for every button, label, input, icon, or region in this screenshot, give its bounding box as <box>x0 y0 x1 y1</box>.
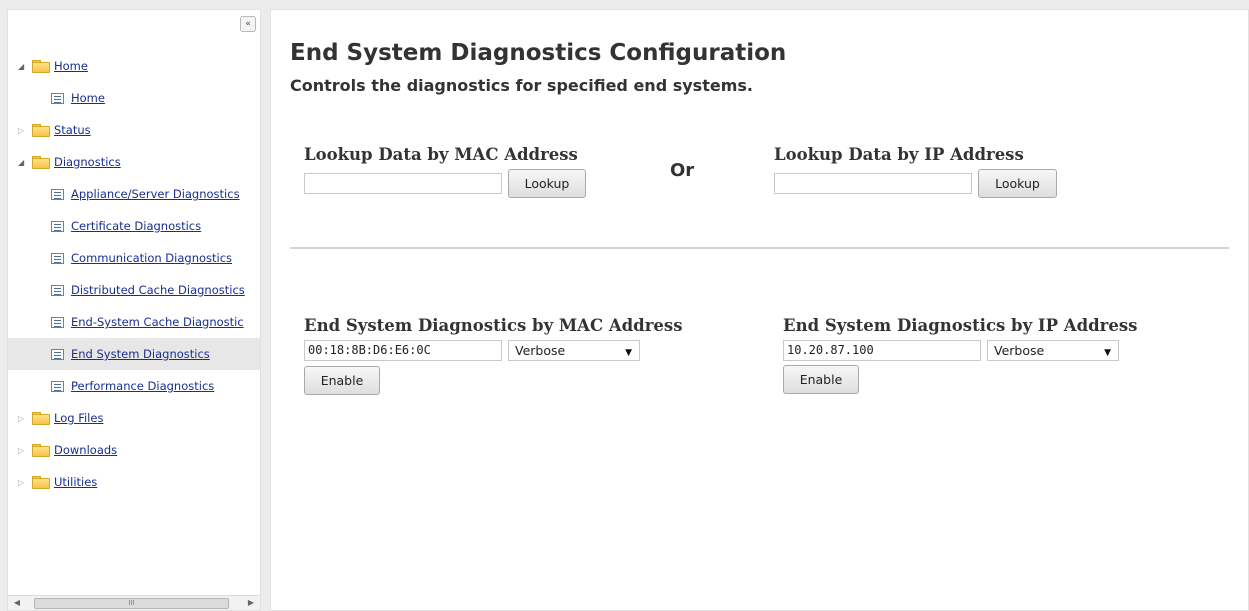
page-icon <box>51 380 64 392</box>
scrollbar-thumb[interactable]: III <box>34 598 229 609</box>
folder-icon <box>32 124 50 137</box>
navigation-tree: ◢ Home Home ▷ Status ◢ Diagnostics Appli… <box>8 50 260 498</box>
diagnostics-mac-level-select[interactable]: Verbose ▼ <box>508 340 640 361</box>
tree-link-home[interactable]: Home <box>71 91 105 105</box>
tree-item-performance-diagnostics[interactable]: Performance Diagnostics <box>8 370 260 402</box>
tree-link-downloads[interactable]: Downloads <box>54 443 117 457</box>
lookup-mac-input[interactable] <box>304 173 502 194</box>
page-icon <box>51 252 64 264</box>
collapsed-triangle-icon[interactable]: ▷ <box>18 478 29 487</box>
or-label: Or <box>670 160 695 181</box>
tree-link-distributed-cache-diagnostics[interactable]: Distributed Cache Diagnostics <box>71 283 245 297</box>
page-icon <box>51 220 64 232</box>
scroll-left-arrow-icon[interactable]: ◀ <box>10 597 24 609</box>
tree-item-appliance-server-diagnostics[interactable]: Appliance/Server Diagnostics <box>8 178 260 210</box>
enable-mac-diagnostics-button[interactable]: Enable <box>304 366 380 395</box>
tree-link-log-files[interactable]: Log Files <box>54 411 103 425</box>
diagnostics-ip-level-select[interactable]: Verbose ▼ <box>987 340 1119 361</box>
tree-link-home-folder[interactable]: Home <box>54 59 88 73</box>
tree-link-appliance-server-diagnostics[interactable]: Appliance/Server Diagnostics <box>71 187 240 201</box>
tree-item-distributed-cache-diagnostics[interactable]: Distributed Cache Diagnostics <box>8 274 260 306</box>
tree-link-utilities[interactable]: Utilities <box>54 475 97 489</box>
expanded-triangle-icon[interactable]: ◢ <box>18 62 29 71</box>
diagnostics-ip-level-value: Verbose <box>994 343 1045 358</box>
dropdown-arrow-icon: ▼ <box>1104 348 1111 358</box>
main-content: End System Diagnostics Configuration Con… <box>270 9 1249 611</box>
navigation-sidebar: « ◢ Home Home ▷ Status ◢ Diagnostics App… <box>7 9 261 611</box>
tree-link-communication-diagnostics[interactable]: Communication Diagnostics <box>71 251 232 265</box>
page-icon <box>51 316 64 328</box>
folder-icon <box>32 156 50 169</box>
expanded-triangle-icon[interactable]: ◢ <box>18 158 29 167</box>
folder-icon <box>32 60 50 73</box>
dropdown-arrow-icon: ▼ <box>625 348 632 358</box>
lookup-mac-label: Lookup Data by MAC Address <box>304 145 578 164</box>
tree-folder-downloads[interactable]: ▷ Downloads <box>8 434 260 466</box>
diagnostics-mac-input[interactable]: 00:18:8B:D6:E6:0C <box>304 340 502 361</box>
tree-item-certificate-diagnostics[interactable]: Certificate Diagnostics <box>8 210 260 242</box>
folder-icon <box>32 444 50 457</box>
collapsed-triangle-icon[interactable]: ▷ <box>18 126 29 135</box>
tree-folder-utilities[interactable]: ▷ Utilities <box>8 466 260 498</box>
tree-item-home[interactable]: Home <box>8 82 260 114</box>
page-icon <box>51 92 64 104</box>
tree-link-end-system-cache-diagnostic[interactable]: End-System Cache Diagnostic <box>71 315 244 329</box>
collapsed-triangle-icon[interactable]: ▷ <box>18 446 29 455</box>
tree-link-certificate-diagnostics[interactable]: Certificate Diagnostics <box>71 219 201 233</box>
page-subtitle: Controls the diagnostics for specified e… <box>290 76 753 95</box>
diagnostics-ip-label: End System Diagnostics by IP Address <box>783 316 1138 335</box>
tree-folder-diagnostics[interactable]: ◢ Diagnostics <box>8 146 260 178</box>
tree-link-diagnostics[interactable]: Diagnostics <box>54 155 121 169</box>
scroll-right-arrow-icon[interactable]: ▶ <box>244 597 258 609</box>
horizontal-scrollbar[interactable]: ◀ III ▶ <box>8 595 260 610</box>
page-icon <box>51 188 64 200</box>
tree-folder-log-files[interactable]: ▷ Log Files <box>8 402 260 434</box>
tree-item-communication-diagnostics[interactable]: Communication Diagnostics <box>8 242 260 274</box>
lookup-ip-button[interactable]: Lookup <box>978 169 1057 198</box>
diagnostics-mac-level-value: Verbose <box>515 343 566 358</box>
tree-folder-status[interactable]: ▷ Status <box>8 114 260 146</box>
folder-icon <box>32 412 50 425</box>
diagnostics-ip-input[interactable]: 10.20.87.100 <box>783 340 981 361</box>
enable-ip-diagnostics-button[interactable]: Enable <box>783 365 859 394</box>
page-icon <box>51 284 64 296</box>
collapsed-triangle-icon[interactable]: ▷ <box>18 414 29 423</box>
tree-folder-home[interactable]: ◢ Home <box>8 50 260 82</box>
lookup-mac-button[interactable]: Lookup <box>508 169 586 198</box>
tree-link-end-system-diagnostics[interactable]: End System Diagnostics <box>71 347 210 361</box>
folder-icon <box>32 476 50 489</box>
page-icon <box>51 348 64 360</box>
page-title: End System Diagnostics Configuration <box>290 40 787 66</box>
tree-link-status[interactable]: Status <box>54 123 91 137</box>
tree-item-end-system-cache-diagnostic[interactable]: End-System Cache Diagnostic <box>8 306 260 338</box>
section-divider <box>290 247 1229 249</box>
diagnostics-mac-label: End System Diagnostics by MAC Address <box>304 316 683 335</box>
tree-item-end-system-diagnostics[interactable]: End System Diagnostics <box>8 338 260 370</box>
tree-link-performance-diagnostics[interactable]: Performance Diagnostics <box>71 379 214 393</box>
lookup-ip-label: Lookup Data by IP Address <box>774 145 1024 164</box>
lookup-ip-input[interactable] <box>774 173 972 194</box>
collapse-sidebar-button[interactable]: « <box>240 16 256 32</box>
